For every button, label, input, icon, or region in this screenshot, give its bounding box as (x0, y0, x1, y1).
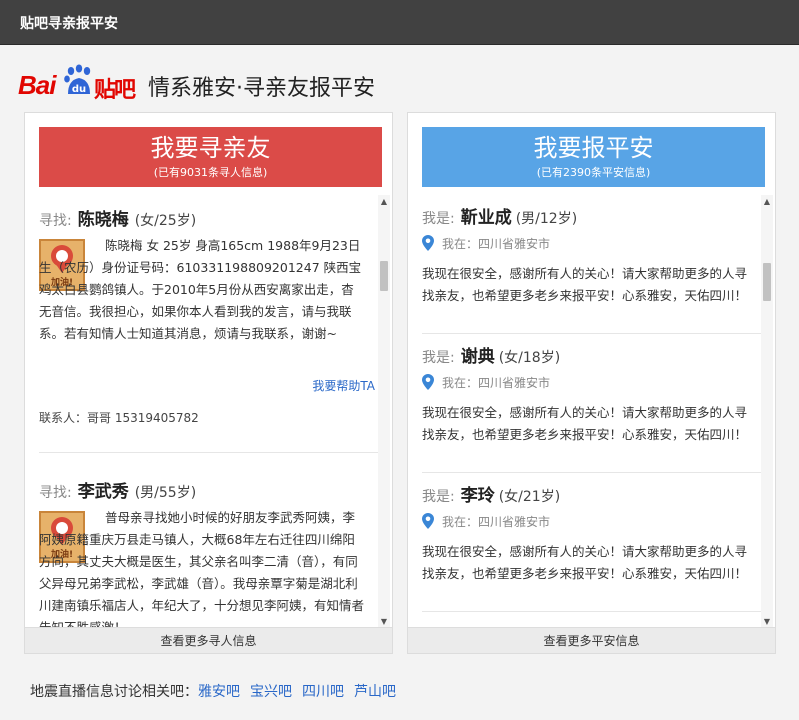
seek-relatives-button[interactable]: 我要寻亲友 (已有9031条寻人信息) (39, 127, 382, 187)
footer-link-yaan[interactable]: 雅安吧 (198, 684, 240, 700)
window-titlebar: 贴吧寻亲报平安 (0, 0, 799, 45)
svg-text:du: du (72, 84, 86, 95)
scroll-thumb[interactable] (763, 263, 771, 301)
footer-label: 地震直播信息讨论相关吧： (30, 684, 198, 700)
seek-name[interactable]: 陈晓梅 (78, 210, 129, 230)
seek-meta: (女/25岁) (134, 213, 197, 229)
safe-scrollbar[interactable]: ▲ ▼ (761, 195, 773, 629)
more-seek-info-button[interactable]: 查看更多寻人信息 (25, 627, 392, 653)
safe-name: 谢典 (460, 347, 495, 367)
seek-item-header: 寻找: 陈晓梅 (女/25岁) (39, 205, 196, 230)
safe-location-text: 我在：四川省雅安市 (442, 376, 551, 390)
seek-feed[interactable]: 寻找: 陈晓梅 (女/25岁) 加油! 陈晓梅 女 25岁 身高165cm 1988… (39, 195, 379, 629)
safe-feed[interactable]: 我是: 靳业成 (男/12岁) 我在：四川省雅安市 我现在很安全，感谢所有人的关心！… (422, 195, 762, 629)
safe-item-header: 我是: 靳业成 (男/12岁) (422, 203, 577, 228)
safe-button-count: (已有2390条平安信息) (536, 166, 651, 179)
safe-location: 我在：四川省雅安市 (422, 374, 550, 391)
safe-location-text: 我在：四川省雅安市 (442, 515, 551, 529)
seek-button-count: (已有9031条寻人信息) (153, 166, 268, 179)
footer-link-baoxing[interactable]: 宝兴吧 (250, 684, 292, 700)
window-title: 贴吧寻亲报平安 (20, 16, 118, 32)
more-safe-info-button[interactable]: 查看更多平安信息 (408, 627, 775, 653)
location-pin-icon (422, 374, 434, 390)
safe-prefix: 我是: (422, 211, 455, 227)
report-safe-button[interactable]: 我要报平安 (已有2390条平安信息) (422, 127, 765, 187)
safe-message: 我现在很安全，感谢所有人的关心！请大家帮助更多的人寻找亲友，也希望更多老乡来报平… (422, 266, 748, 303)
safe-name: 靳业成 (460, 208, 512, 228)
safe-message: 我现在很安全，感谢所有人的关心！请大家帮助更多的人寻找亲友，也希望更多老乡来报平… (422, 405, 748, 442)
location-pin-icon (422, 513, 434, 529)
brand-header: Bai du 贴吧 情系雅安·寻亲友报平安 (18, 58, 618, 108)
safe-location: 我在：四川省雅安市 (422, 235, 550, 252)
seek-item: 寻找: 陈晓梅 (女/25岁) 加油! 陈晓梅 女 25岁 身高165cm 1988… (39, 195, 379, 453)
page-slogan: 情系雅安·寻亲友报平安 (148, 76, 375, 101)
scroll-up-arrow-icon[interactable]: ▲ (378, 195, 390, 209)
safe-item: 我是: 靳业成 (男/12岁) 我在：四川省雅安市 我现在很安全，感谢所有人的关心！… (422, 195, 762, 334)
seek-meta: (男/55岁) (134, 485, 197, 501)
logo-bai-text: Bai (18, 70, 56, 100)
seek-scrollbar[interactable]: ▲ ▼ (378, 195, 390, 629)
scroll-up-arrow-icon[interactable]: ▲ (761, 195, 773, 209)
seek-button-label: 我要寻亲友 (150, 134, 271, 162)
report-safe-panel: 我要报平安 (已有2390条平安信息) 我是: 靳业成 (男/12岁) 我在：四川省… (407, 112, 776, 654)
location-pin-icon (422, 235, 434, 251)
seek-prefix: 寻找: (39, 213, 72, 229)
help-link[interactable]: 我要帮助TA (312, 377, 375, 394)
related-bars-footer: 地震直播信息讨论相关吧：雅安吧 宝兴吧 四川吧 芦山吧 (30, 681, 406, 701)
safe-meta: (女/18岁) (498, 350, 561, 366)
safe-prefix: 我是: (422, 350, 455, 366)
scroll-thumb[interactable] (380, 261, 388, 291)
seek-relatives-panel: 我要寻亲友 (已有9031条寻人信息) 寻找: 陈晓梅 (女/25岁) 加油! 陈晓… (24, 112, 393, 654)
safe-item: 我是: 谢典 (女/18岁) 我在：四川省雅安市 我现在很安全，感谢所有人的关心！请… (422, 334, 762, 473)
safe-location-text: 我在：四川省雅安市 (442, 237, 551, 251)
seek-description: 陈晓梅 女 25岁 身高165cm 1988年9月23日生（农历）身份证号码：6… (39, 238, 362, 341)
baidu-paw-icon: du (64, 64, 91, 95)
logo-tieba-text: 贴吧 (94, 78, 136, 103)
safe-item: 我是: 李玲 (女/21岁) 我在：四川省雅安市 我现在很安全，感谢所有人的关心！请… (422, 473, 762, 612)
seek-item: 寻找: 李武秀 (男/55岁) 加油! 普母亲寻找她小时候的好朋友李武秀阿姨，李阿姨… (39, 467, 379, 629)
safe-item-header: 我是: 李玲 (女/21岁) (422, 481, 560, 506)
baidu-tieba-logo[interactable]: Bai du 贴吧 (18, 64, 140, 104)
safe-location: 我在：四川省雅安市 (422, 513, 550, 530)
footer-link-lushan[interactable]: 芦山吧 (354, 684, 396, 700)
seek-description: 普母亲寻找她小时候的好朋友李武秀阿姨，李阿姨原籍重庆万县走马镇人，大概68年左右… (39, 510, 365, 629)
footer-link-sichuan[interactable]: 四川吧 (302, 684, 344, 700)
safe-prefix: 我是: (422, 489, 455, 505)
safe-meta: (男/12岁) (515, 211, 578, 227)
safe-button-label: 我要报平安 (533, 134, 654, 162)
safe-name: 李玲 (460, 486, 495, 506)
safe-meta: (女/21岁) (498, 489, 561, 505)
safe-item-header: 我是: 谢典 (女/18岁) (422, 342, 560, 367)
seek-contact: 联系人：哥哥 15319405782 (39, 411, 199, 425)
seek-item-header: 寻找: 李武秀 (男/55岁) (39, 477, 196, 502)
seek-name[interactable]: 李武秀 (78, 482, 129, 502)
safe-message: 我现在很安全，感谢所有人的关心！请大家帮助更多的人寻找亲友，也希望更多老乡来报平… (422, 544, 748, 581)
seek-prefix: 寻找: (39, 485, 72, 501)
